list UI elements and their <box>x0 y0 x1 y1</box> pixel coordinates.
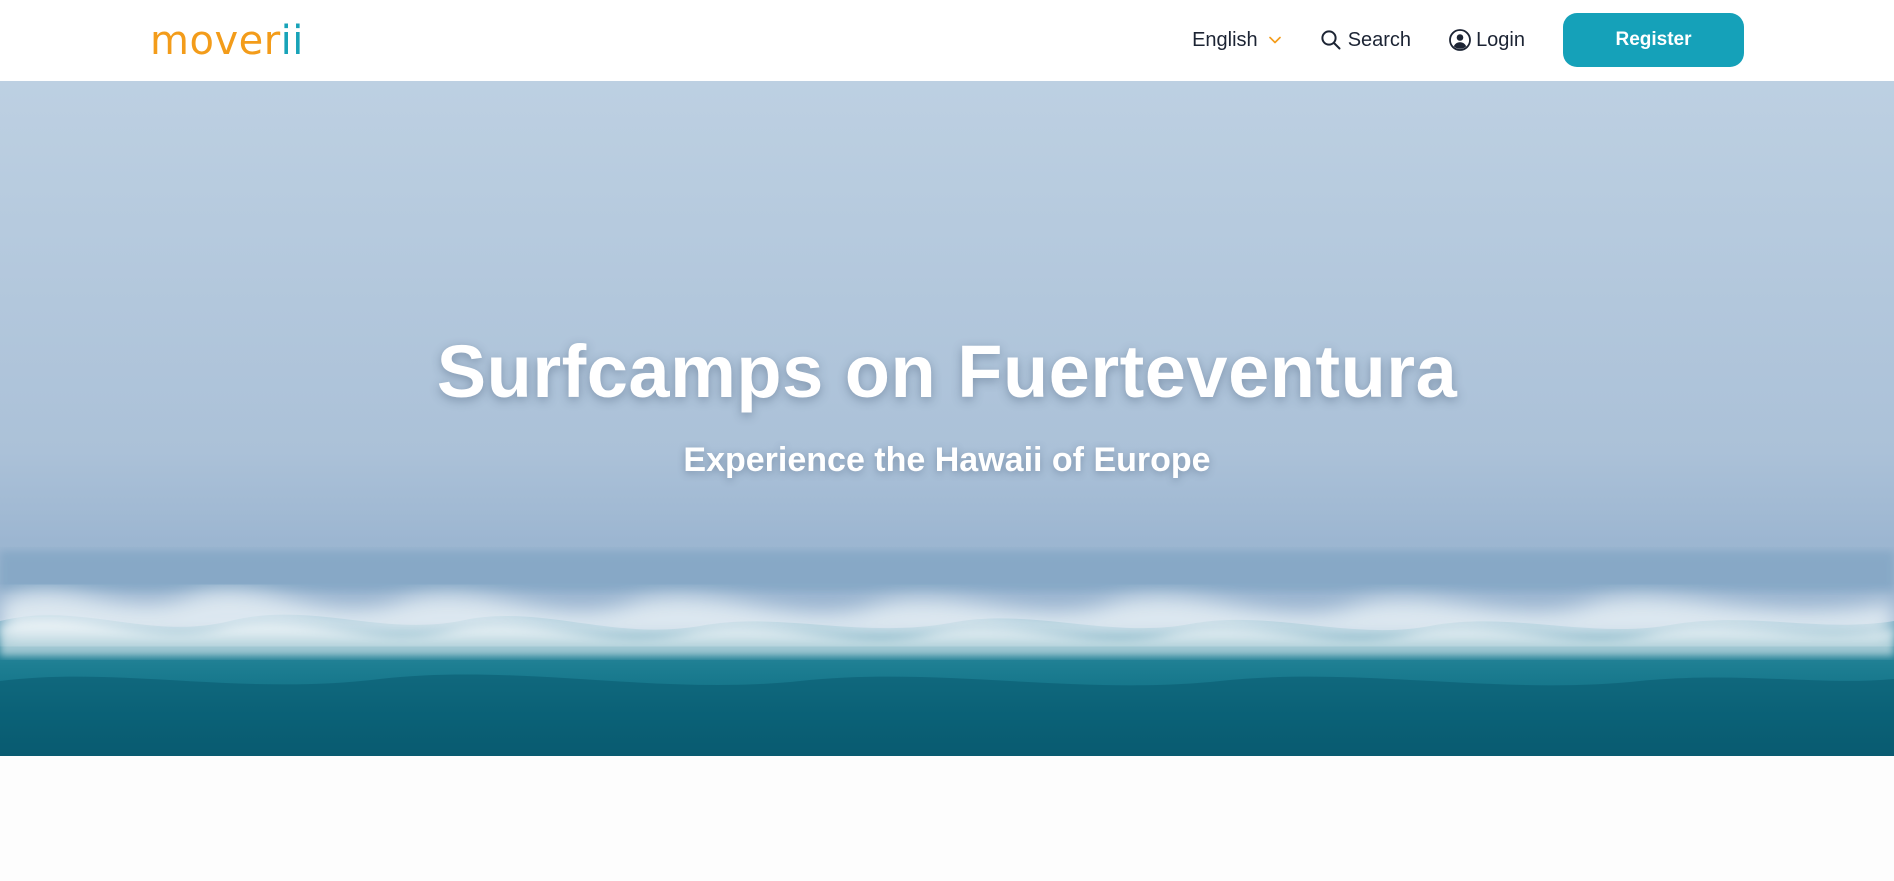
main-nav: English Search Login Register <box>1192 13 1744 67</box>
hero-banner: Surfcamps on Fuerteventura Experience th… <box>0 81 1894 756</box>
logo-text-accent: ii <box>280 18 304 64</box>
site-header: moverii English Search Login Register <box>0 0 1894 81</box>
moverii-logo[interactable]: moverii <box>150 18 304 64</box>
login-link[interactable]: Login <box>1448 28 1525 52</box>
logo-text-main: mover <box>150 18 281 64</box>
register-button[interactable]: Register <box>1563 13 1744 67</box>
page: moverii English Search Login Register Su… <box>0 0 1894 881</box>
chevron-down-icon <box>1268 35 1282 45</box>
hero-subtitle: Experience the Hawaii of Europe <box>683 441 1211 479</box>
language-selector[interactable]: English <box>1192 29 1282 52</box>
user-circle-icon <box>1448 28 1472 52</box>
search-label: Search <box>1347 28 1412 51</box>
content-area <box>0 756 1894 881</box>
language-label: English <box>1192 28 1258 51</box>
login-label: Login <box>1476 28 1525 51</box>
search-icon <box>1320 29 1342 51</box>
hero-title: Surfcamps on Fuerteventura <box>436 330 1458 413</box>
search-link[interactable]: Search <box>1320 29 1411 52</box>
ocean-wave-background <box>0 81 1894 756</box>
